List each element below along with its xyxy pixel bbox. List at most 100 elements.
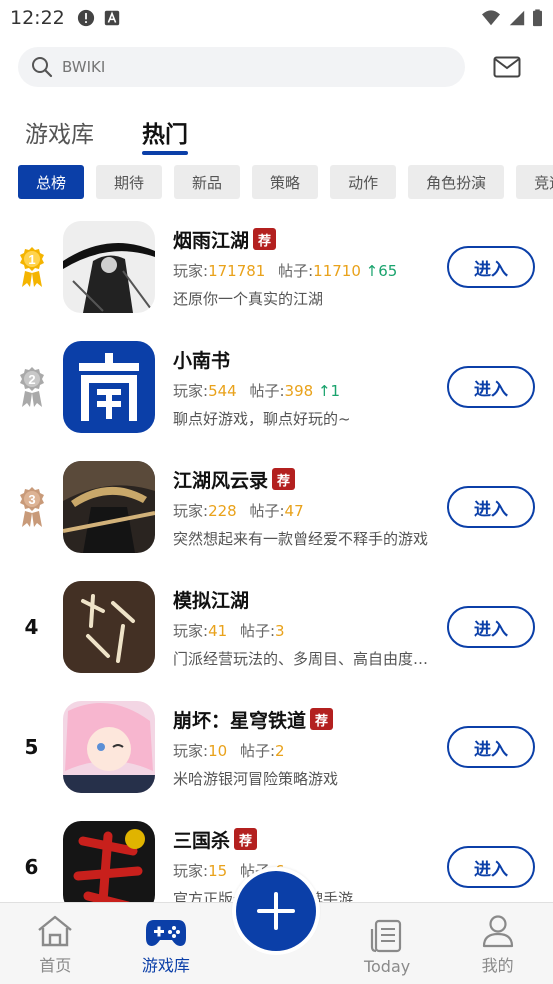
signal-icon bbox=[509, 10, 525, 26]
rank-badge: 3 bbox=[0, 485, 63, 529]
game-name: 烟雨江湖 bbox=[173, 229, 250, 252]
recommended-badge: 荐 bbox=[234, 828, 258, 850]
list-item[interactable]: 3 江湖风云录 荐 玩家:228 帖子:47 突然想起来有一款曾经爱不释手的游戏… bbox=[0, 447, 553, 567]
recommended-badge: 荐 bbox=[272, 468, 296, 490]
bottom-nav: 首页 游戏库 Today 我的 bbox=[0, 867, 553, 984]
list-item[interactable]: 1 烟雨江湖 荐 玩家:171781 帖子:11710 ↑65 还原你一个真实的… bbox=[0, 207, 553, 327]
search-box[interactable] bbox=[18, 47, 465, 87]
game-info: 小南书 玩家:544 帖子:398 ↑1 聊点好游戏，聊点好玩的~ bbox=[173, 346, 443, 429]
fab-container bbox=[232, 867, 320, 955]
list-item[interactable]: 4 模拟江湖 玩家:41 帖子:3 门派经营玩法的、多周目、高自由度游戏 进入 bbox=[0, 567, 553, 687]
list-item[interactable]: 5 崩坏：星穹铁道 荐 玩家:10 帖子:2 米哈游银河冒险策略游戏 进入 bbox=[0, 687, 553, 807]
player-count: 228 bbox=[208, 501, 237, 520]
chip-anticipated[interactable]: 期待 bbox=[96, 165, 163, 199]
app-icon-xiaonanshu bbox=[63, 341, 155, 433]
game-stats: 玩家:544 帖子:398 ↑1 bbox=[173, 381, 341, 400]
enter-button[interactable]: 进入 bbox=[447, 846, 535, 888]
newspaper-icon bbox=[370, 919, 402, 953]
battery-icon bbox=[533, 9, 542, 27]
svg-text:3: 3 bbox=[28, 492, 35, 507]
enter-button[interactable]: 进入 bbox=[447, 246, 535, 288]
rank-badge: 2 bbox=[0, 365, 63, 409]
game-description: 聊点好游戏，聊点好玩的~ bbox=[173, 409, 351, 428]
post-count: 47 bbox=[284, 501, 304, 520]
category-chips: 总榜 期待 新品 策略 动作 角色扮演 竞速 bbox=[0, 165, 553, 199]
rank-badge: 1 bbox=[0, 245, 63, 289]
mail-icon[interactable] bbox=[493, 56, 521, 78]
game-description: 突然想起来有一款曾经爱不释手的游戏 bbox=[173, 529, 429, 548]
game-stats: 玩家:15 帖子:6 bbox=[173, 860, 443, 881]
post-count: 398 bbox=[284, 381, 314, 400]
rank-number: 5 bbox=[24, 735, 39, 759]
recommended-badge: 荐 bbox=[253, 228, 277, 250]
plus-icon bbox=[257, 892, 295, 930]
game-name: 三国杀 bbox=[173, 829, 231, 852]
nav-today-label: Today bbox=[363, 957, 411, 976]
game-info: 江湖风云录 荐 玩家:228 帖子:47 突然想起来有一款曾经爱不释手的游戏 bbox=[173, 466, 443, 549]
chip-action[interactable]: 动作 bbox=[330, 165, 397, 199]
post-delta: ↑65 bbox=[365, 261, 398, 280]
profile-icon bbox=[482, 915, 513, 948]
bronze-medal-icon: 3 bbox=[19, 487, 44, 527]
game-stats: 玩家:41 帖子:3 bbox=[173, 621, 285, 640]
player-count: 15 bbox=[208, 861, 228, 880]
rank-number: 4 bbox=[24, 615, 39, 639]
status-bar: 12:22 bbox=[0, 0, 553, 36]
nav-home-label: 首页 bbox=[39, 956, 72, 975]
search-input[interactable] bbox=[62, 58, 422, 76]
nav-today[interactable]: Today bbox=[332, 903, 443, 984]
game-info: 烟雨江湖 荐 玩家:171781 帖子:11710 ↑65 还原你一个真实的江湖 bbox=[173, 226, 443, 309]
post-count: 3 bbox=[275, 621, 285, 640]
recommended-badge: 荐 bbox=[310, 708, 334, 730]
ranking-list: 1 烟雨江湖 荐 玩家:171781 帖子:11710 ↑65 还原你一个真实的… bbox=[0, 207, 553, 927]
clock: 12:22 bbox=[10, 7, 65, 29]
enter-button[interactable]: 进入 bbox=[447, 366, 535, 408]
post-count: 11710 bbox=[313, 261, 361, 280]
enter-button[interactable]: 进入 bbox=[447, 726, 535, 768]
game-name: 江湖风云录 bbox=[173, 469, 269, 492]
player-count: 544 bbox=[208, 381, 237, 400]
top-tabs: 游戏库 热门 bbox=[0, 109, 553, 155]
list-item[interactable]: 2 小南书 玩家:544 帖子:398 ↑1 聊点好游戏，聊点好玩的~ 进入 bbox=[0, 327, 553, 447]
alert-icon bbox=[77, 9, 94, 27]
game-description: 还原你一个真实的江湖 bbox=[173, 289, 324, 308]
tab-hot[interactable]: 热门 bbox=[142, 115, 188, 155]
enter-button[interactable]: 进入 bbox=[447, 486, 535, 528]
tab-game-library[interactable]: 游戏库 bbox=[25, 115, 94, 149]
player-count: 10 bbox=[208, 741, 228, 760]
nav-game-library[interactable]: 游戏库 bbox=[111, 903, 222, 984]
chip-new[interactable]: 新品 bbox=[174, 165, 241, 199]
enter-button[interactable]: 进入 bbox=[447, 606, 535, 648]
chip-racing[interactable]: 竞速 bbox=[516, 165, 553, 199]
game-stats: 玩家:10 帖子:2 bbox=[173, 741, 285, 760]
game-stats: 玩家:171781 帖子:11710 ↑65 bbox=[173, 261, 398, 280]
nav-profile[interactable]: 我的 bbox=[442, 903, 553, 984]
game-name: 小南书 bbox=[173, 349, 231, 372]
game-name: 模拟江湖 bbox=[173, 589, 250, 612]
nav-home[interactable]: 首页 bbox=[0, 903, 111, 984]
app-icon-yanyu bbox=[63, 221, 155, 313]
home-icon bbox=[38, 915, 73, 947]
chip-overall[interactable]: 总榜 bbox=[18, 165, 85, 199]
chip-rpg[interactable]: 角色扮演 bbox=[408, 165, 505, 199]
game-stats: 玩家:228 帖子:47 bbox=[173, 501, 304, 520]
game-info: 崩坏：星穹铁道 荐 玩家:10 帖子:2 米哈游银河冒险策略游戏 bbox=[173, 706, 443, 789]
svg-text:2: 2 bbox=[28, 372, 35, 387]
game-description: 米哈游银河冒险策略游戏 bbox=[173, 769, 339, 788]
app-icon-honkai-star-rail bbox=[63, 701, 155, 793]
post-count: 2 bbox=[275, 741, 285, 760]
player-count: 171781 bbox=[208, 261, 266, 280]
gold-medal-icon: 1 bbox=[19, 247, 44, 287]
chip-strategy[interactable]: 策略 bbox=[252, 165, 319, 199]
nav-game-library-label: 游戏库 bbox=[141, 956, 190, 975]
game-description: 门派经营玩法的、多周目、高自由度游戏 bbox=[173, 649, 441, 668]
rank-number: 6 bbox=[24, 855, 39, 879]
search-row bbox=[0, 47, 553, 87]
silver-medal-icon: 2 bbox=[19, 367, 44, 407]
player-count: 41 bbox=[208, 621, 228, 640]
app-icon-jianghu-fengyun bbox=[63, 461, 155, 553]
nav-profile-label: 我的 bbox=[481, 956, 514, 975]
app-icon-sanguosha bbox=[63, 821, 155, 913]
add-button[interactable] bbox=[236, 871, 316, 951]
game-name: 崩坏：星穹铁道 bbox=[173, 709, 307, 732]
